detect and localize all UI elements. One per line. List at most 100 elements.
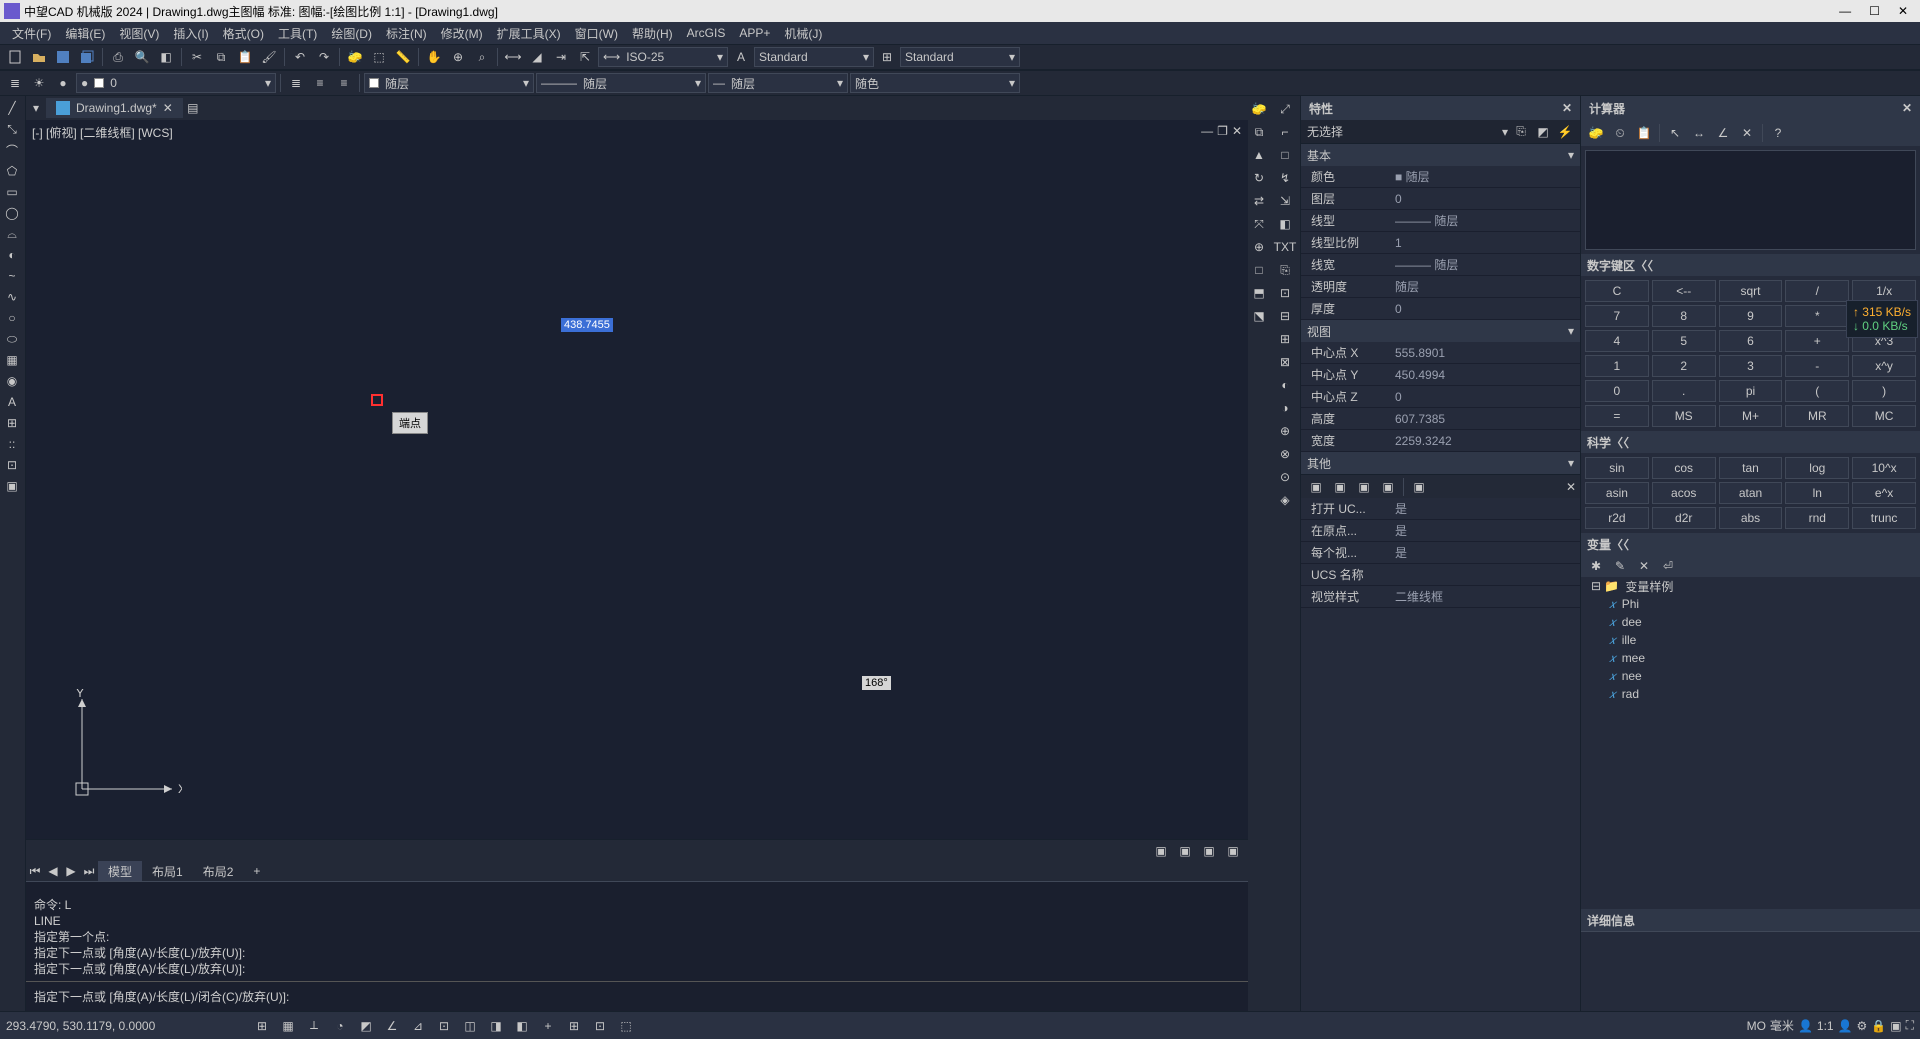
- ctx-icon-2[interactable]: ▣: [1174, 840, 1196, 862]
- modify-tool-icon[interactable]: ⊟: [1274, 305, 1296, 327]
- status-toggle-icon[interactable]: ⟂: [302, 1015, 326, 1037]
- units-button[interactable]: 毫米: [1770, 1017, 1794, 1034]
- variables-header[interactable]: 变量〈〈: [1581, 533, 1920, 555]
- props-tool-icon[interactable]: ▣: [1329, 476, 1351, 498]
- save-icon[interactable]: [52, 46, 74, 68]
- layout-first-icon[interactable]: ⏮: [26, 864, 44, 879]
- property-row[interactable]: 颜色■ 随层: [1301, 166, 1580, 188]
- calc-button[interactable]: log: [1785, 457, 1849, 479]
- scale-button[interactable]: 1:1: [1817, 1019, 1834, 1033]
- draw-tool-icon[interactable]: ▣: [0, 476, 24, 496]
- property-row[interactable]: 宽度2259.3242: [1301, 430, 1580, 452]
- property-value[interactable]: 二维线框: [1391, 588, 1580, 605]
- property-value[interactable]: 450.4994: [1391, 368, 1580, 382]
- layers-state-icon[interactable]: ≡: [309, 72, 331, 94]
- calc-button[interactable]: cos: [1652, 457, 1716, 479]
- var-del-icon[interactable]: ✕: [1633, 555, 1655, 577]
- calc-button[interactable]: 1/x: [1852, 280, 1916, 302]
- property-row[interactable]: 打开 UC...是: [1301, 498, 1580, 520]
- modify-tool-icon[interactable]: ⊗: [1274, 443, 1296, 465]
- measure-icon[interactable]: 📏: [392, 46, 414, 68]
- plotstyle-combo[interactable]: 随色▾: [850, 73, 1020, 93]
- workspace-icon[interactable]: ⚙: [1857, 1019, 1868, 1033]
- maximize-button[interactable]: ☐: [1869, 4, 1880, 18]
- status-toggle-icon[interactable]: ⊡: [432, 1015, 456, 1037]
- layer-sun-icon[interactable]: ☀: [28, 72, 50, 94]
- variable-row[interactable]: 𝑥rad: [1581, 685, 1920, 703]
- print-icon[interactable]: ⎙: [107, 46, 129, 68]
- property-row[interactable]: 线型比例1: [1301, 232, 1580, 254]
- calc-help-icon[interactable]: ?: [1767, 122, 1789, 144]
- calc-button[interactable]: r2d: [1585, 507, 1649, 529]
- calc-button[interactable]: sqrt: [1719, 280, 1783, 302]
- menu-item[interactable]: 工具(T): [272, 23, 323, 44]
- var-send-icon[interactable]: ⏎: [1657, 555, 1679, 577]
- property-value[interactable]: 0: [1391, 390, 1580, 404]
- modify-tool-icon[interactable]: ⬒: [1248, 282, 1270, 304]
- linetype-combo[interactable]: ———随层▾: [536, 73, 706, 93]
- property-value[interactable]: 555.8901: [1391, 346, 1580, 360]
- drawing-viewport[interactable]: [-] [俯视] [二维线框] [WCS] — ❐ ✕ 438.7455: [26, 120, 1248, 839]
- calc-button[interactable]: tan: [1719, 457, 1783, 479]
- numpad-header[interactable]: 数字键区〈〈: [1581, 254, 1920, 276]
- menu-item[interactable]: 扩展工具(X): [491, 23, 567, 44]
- menu-item[interactable]: 格式(O): [217, 23, 270, 44]
- section-other[interactable]: 其他▾: [1301, 452, 1580, 474]
- quick-select-icon[interactable]: ⎘: [1512, 123, 1530, 141]
- modify-tool-icon[interactable]: ↻: [1248, 167, 1270, 189]
- calc-button[interactable]: +: [1785, 330, 1849, 352]
- dim-object-icon[interactable]: ◢: [526, 46, 548, 68]
- calc-button[interactable]: M+: [1719, 405, 1783, 427]
- calc-button[interactable]: <--: [1652, 280, 1716, 302]
- modify-tool-icon[interactable]: ⌐: [1274, 121, 1296, 143]
- color-combo[interactable]: 随层▾: [364, 73, 534, 93]
- calc-button[interactable]: 5: [1652, 330, 1716, 352]
- property-value[interactable]: 1: [1391, 236, 1580, 250]
- modify-tool-icon[interactable]: ⇲: [1274, 190, 1296, 212]
- status-toggle-icon[interactable]: ◔: [328, 1015, 352, 1037]
- modify-tool-icon[interactable]: TXT: [1274, 236, 1296, 258]
- select-icon[interactable]: ⬚: [368, 46, 390, 68]
- calc-button[interactable]: C: [1585, 280, 1649, 302]
- draw-tool-icon[interactable]: ◉: [0, 371, 24, 391]
- annoscale-icon[interactable]: 👤: [1798, 1019, 1813, 1033]
- property-value[interactable]: ——— 随层: [1391, 212, 1580, 229]
- modify-tool-icon[interactable]: □: [1274, 144, 1296, 166]
- calc-button[interactable]: trunc: [1852, 507, 1916, 529]
- property-value[interactable]: 是: [1391, 544, 1580, 561]
- file-tab-drawing1[interactable]: Drawing1.dwg* ✕: [46, 98, 183, 118]
- vp-restore-icon[interactable]: ❐: [1217, 124, 1228, 138]
- modify-tool-icon[interactable]: ⬔: [1248, 305, 1270, 327]
- new-tab-icon[interactable]: ▤: [183, 101, 203, 115]
- pan-icon[interactable]: ✋: [423, 46, 445, 68]
- props-tool-icon[interactable]: ▣: [1305, 476, 1327, 498]
- calc-button[interactable]: *: [1785, 305, 1849, 327]
- calc-button[interactable]: x^y: [1852, 355, 1916, 377]
- fullscreen-icon[interactable]: ⛶: [1906, 1018, 1914, 1033]
- calc-button[interactable]: 7: [1585, 305, 1649, 327]
- property-value[interactable]: ——— 随层: [1391, 256, 1580, 273]
- modify-tool-icon[interactable]: □: [1248, 259, 1270, 281]
- draw-tool-icon[interactable]: ⊞: [0, 413, 24, 433]
- publish-icon[interactable]: ◧: [155, 46, 177, 68]
- section-basic[interactable]: 基本▾: [1301, 144, 1580, 166]
- modify-tool-icon[interactable]: ↯: [1274, 167, 1296, 189]
- paste-icon[interactable]: 📋: [234, 46, 256, 68]
- calc-intersect-icon[interactable]: ✕: [1736, 122, 1758, 144]
- modify-tool-icon[interactable]: ⊡: [1274, 282, 1296, 304]
- undo-icon[interactable]: ↶: [289, 46, 311, 68]
- property-value[interactable]: 607.7385: [1391, 412, 1580, 426]
- calc-button[interactable]: pi: [1719, 380, 1783, 402]
- calc-button[interactable]: d2r: [1652, 507, 1716, 529]
- modify-tool-icon[interactable]: ⧉: [1248, 121, 1270, 143]
- select-objects-icon[interactable]: ◩: [1534, 123, 1552, 141]
- props-icons-close[interactable]: ✕: [1566, 480, 1576, 494]
- calc-button[interactable]: MC: [1852, 405, 1916, 427]
- status-toggle-icon[interactable]: ⊞: [250, 1015, 274, 1037]
- property-row[interactable]: 透明度随层: [1301, 276, 1580, 298]
- property-row[interactable]: 中心点 Z0: [1301, 386, 1580, 408]
- layout-last-icon[interactable]: ⏭: [80, 864, 98, 879]
- draw-tool-icon[interactable]: ⌒: [0, 140, 24, 160]
- copy-icon[interactable]: ⧉: [210, 46, 232, 68]
- var-new-icon[interactable]: ✱: [1585, 555, 1607, 577]
